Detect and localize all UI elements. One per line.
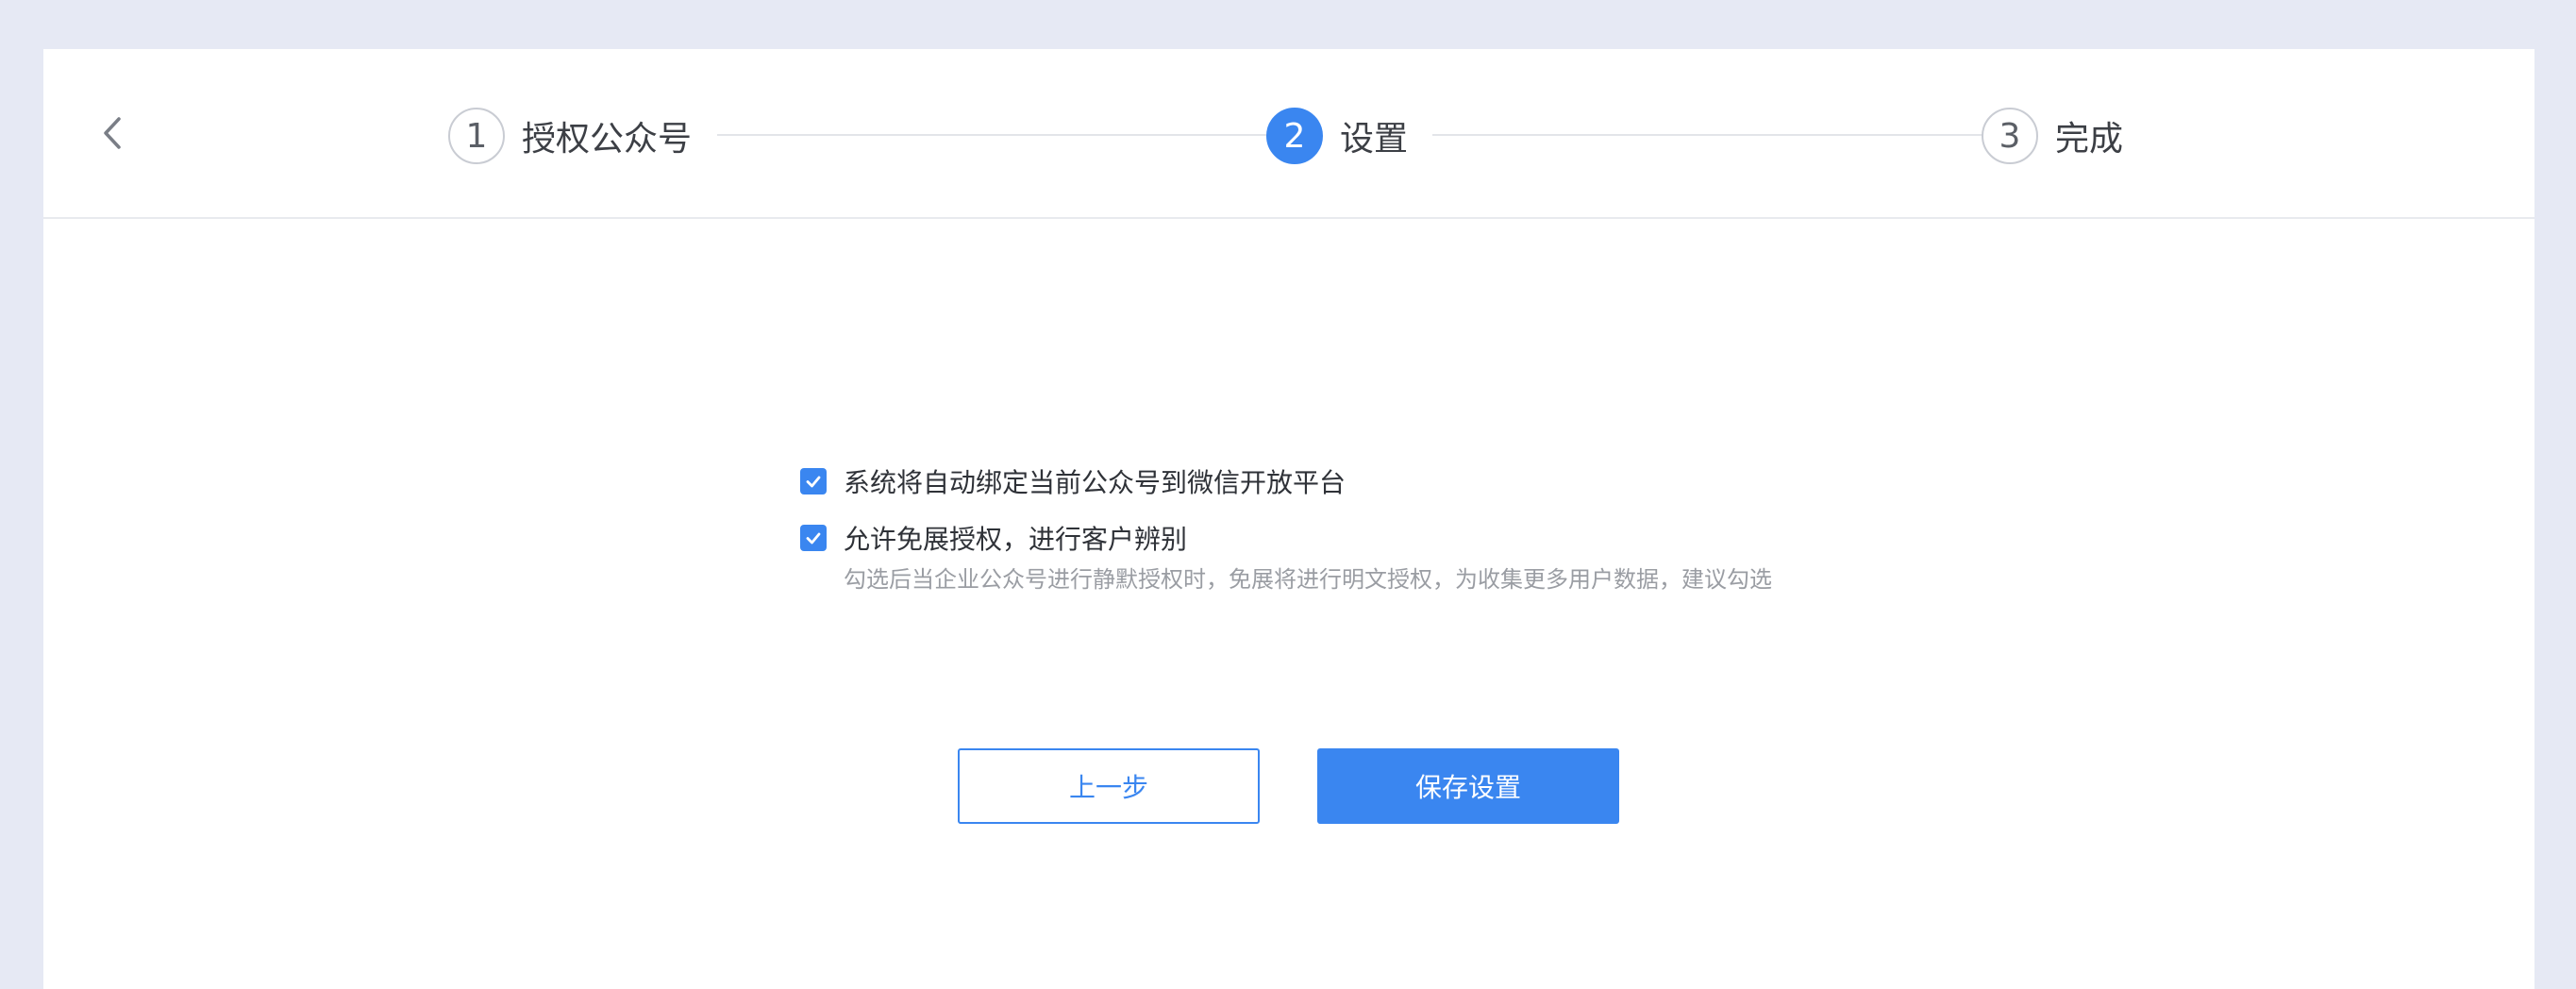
step-1-number: 1 <box>448 108 505 164</box>
step-2-label: 设置 <box>1340 120 1409 159</box>
stepper-header: 1 授权公众号 2 设置 3 完成 <box>43 49 2534 219</box>
bind-open-platform-checkbox[interactable] <box>800 468 827 494</box>
bind-open-platform-label: 系统将自动绑定当前公众号到微信开放平台 <box>844 467 1347 498</box>
step-2: 2 设置 <box>1266 106 1408 166</box>
step-connector-1 <box>717 134 1291 136</box>
step-1-label: 授权公众号 <box>522 120 693 159</box>
step-2-number: 2 <box>1266 108 1323 164</box>
option-bind-open-platform[interactable]: 系统将自动绑定当前公众号到微信开放平台 <box>800 464 1772 498</box>
step-3-number: 3 <box>1982 108 2038 164</box>
step-1: 1 授权公众号 <box>448 106 692 166</box>
previous-step-button[interactable]: 上一步 <box>958 748 1260 824</box>
check-icon <box>806 476 821 488</box>
allow-auth-checkbox[interactable] <box>800 525 827 551</box>
option-allow-auth[interactable]: 允许免展授权，进行客户辨别 <box>800 521 1772 555</box>
chevron-left-icon <box>104 117 121 149</box>
settings-panel: 1 授权公众号 2 设置 3 完成 系统将自动绑定当前公众号到微信开放平台 允许… <box>43 49 2534 989</box>
back-button[interactable] <box>96 109 126 157</box>
step-connector-2 <box>1432 134 2006 136</box>
save-settings-button[interactable]: 保存设置 <box>1317 748 1619 824</box>
step-3: 3 完成 <box>1982 106 2123 166</box>
options-list: 系统将自动绑定当前公众号到微信开放平台 允许免展授权，进行客户辨别 勾选后当企业… <box>800 464 1772 594</box>
step-3-label: 完成 <box>2055 120 2124 159</box>
check-icon <box>806 532 821 545</box>
allow-auth-hint: 勾选后当企业公众号进行静默授权时，免展将进行明文授权，为收集更多用户数据，建议勾… <box>844 566 1772 593</box>
allow-auth-label: 允许免展授权，进行客户辨别 <box>844 524 1188 555</box>
